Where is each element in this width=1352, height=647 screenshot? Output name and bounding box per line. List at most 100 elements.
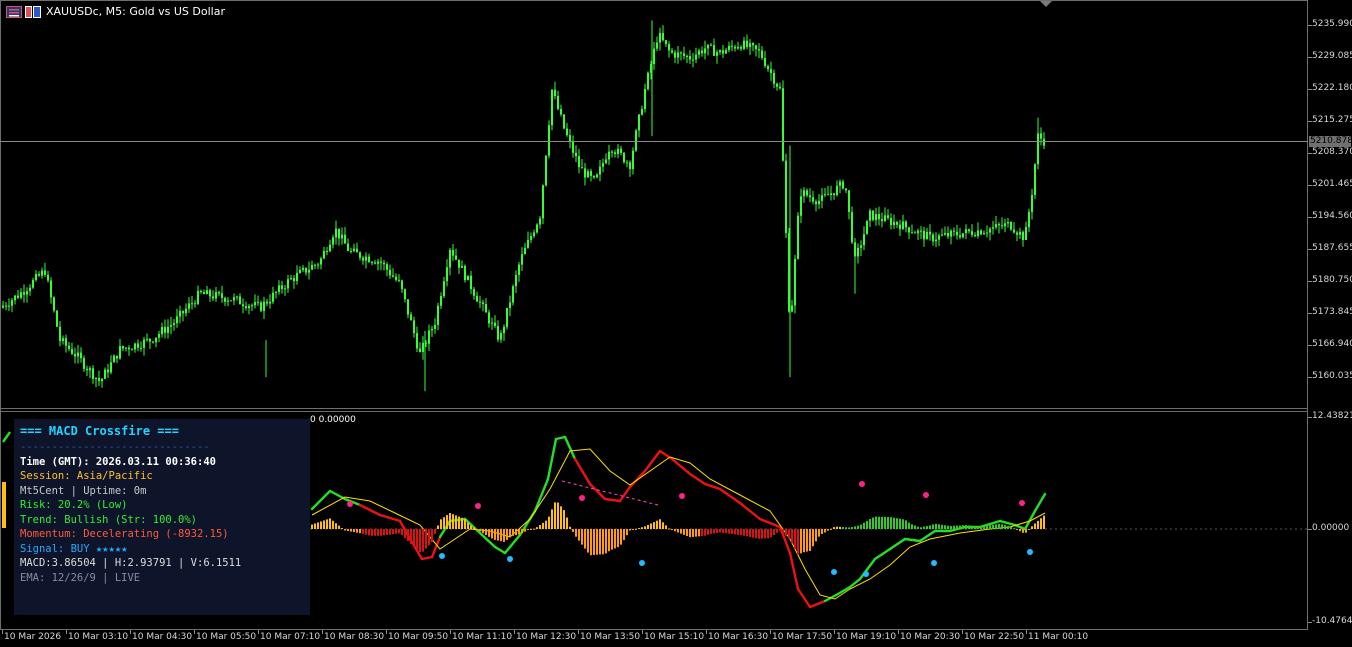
candle (23, 284, 25, 303)
candle (635, 128, 637, 152)
candle (974, 232, 976, 238)
macd-line-segment (738, 501, 762, 521)
candle (221, 285, 223, 303)
macd-line-segment (358, 503, 382, 517)
histogram-bar (533, 528, 535, 530)
histogram-bar (491, 529, 493, 539)
sell-signal-dot (347, 501, 353, 507)
candle (152, 340, 154, 344)
candle (1001, 217, 1003, 230)
histogram-bar (635, 528, 637, 530)
histogram-bar (596, 529, 598, 555)
macd-line-segment (2, 431, 11, 443)
candle (497, 320, 499, 343)
candle (125, 347, 127, 352)
time-axis-tick (962, 630, 963, 634)
candle (596, 173, 598, 179)
candle (947, 226, 949, 239)
candle (656, 36, 658, 51)
candle (176, 308, 178, 328)
histogram-bar (485, 529, 487, 535)
candle (2, 300, 4, 309)
histogram-bar (938, 524, 940, 529)
candle (17, 290, 19, 300)
time-axis-tick (386, 630, 387, 634)
histogram-bar (770, 529, 772, 538)
candle (683, 46, 685, 60)
histogram-bar (641, 527, 643, 529)
histogram-bar (1010, 526, 1012, 529)
candle (962, 233, 964, 239)
candle (383, 259, 385, 271)
time-axis-label: 10 Mar 19:10 (836, 632, 897, 642)
histogram-bar (941, 524, 943, 529)
candle (503, 324, 505, 341)
candle (545, 155, 547, 187)
histogram-bar (599, 529, 601, 555)
histogram-bar (977, 526, 979, 529)
candle (800, 188, 802, 224)
candle (242, 298, 244, 314)
histogram-bar (848, 527, 850, 529)
candle (197, 285, 199, 306)
macd-line-segment (1013, 523, 1027, 531)
histogram-bar (953, 525, 955, 529)
buy-signal-dot (507, 556, 513, 562)
histogram-bar (341, 528, 343, 530)
histogram-bar (1004, 525, 1006, 529)
time-axis-label: 10 Mar 07:10 (260, 632, 321, 642)
divergence-line (561, 480, 659, 506)
histogram-bar (950, 525, 952, 529)
histogram-bar (824, 529, 826, 533)
candle (317, 262, 319, 270)
macd-line-segment (573, 457, 592, 486)
histogram-bar (983, 526, 985, 529)
candle (281, 280, 283, 294)
histogram-bar (1022, 529, 1024, 533)
histogram-bar (794, 529, 796, 549)
time-axis-tick (194, 630, 195, 634)
histogram-bar (695, 529, 697, 537)
histogram-bar (650, 523, 652, 529)
histogram-bar (929, 525, 931, 529)
candle (512, 284, 514, 306)
candle (485, 298, 487, 313)
candle (887, 209, 889, 220)
candle (623, 151, 625, 164)
candle (323, 246, 325, 260)
candle (107, 363, 109, 379)
histogram-bar (449, 513, 451, 529)
price-chart[interactable] (0, 0, 1308, 408)
price-axis-label: 5222.180 (1312, 83, 1352, 93)
candle (677, 46, 679, 64)
histogram-bar (515, 529, 517, 536)
candle (305, 267, 307, 276)
price-axis-label: 5173.845 (1312, 307, 1352, 317)
candle (956, 224, 958, 240)
price-axis-label: 5194.560 (1312, 211, 1352, 221)
candle (1034, 163, 1036, 199)
histogram-bar (875, 516, 877, 529)
candle (50, 277, 52, 304)
candle (692, 53, 694, 68)
histogram-bar (839, 526, 841, 529)
panel-trend: Trend: Bullish (Str: 100.0%) (20, 513, 198, 526)
candle (860, 240, 862, 257)
candle (278, 280, 280, 295)
histogram-bar (512, 529, 514, 536)
histogram-bar (683, 529, 685, 535)
candle (209, 288, 211, 302)
candle (443, 276, 445, 299)
time-axis-tick (258, 630, 259, 634)
candle (554, 81, 556, 100)
candle (194, 300, 196, 308)
histogram-bar (473, 527, 475, 529)
candle (479, 295, 481, 309)
histogram-bar (896, 518, 898, 529)
candle (155, 337, 157, 348)
histogram-bar (623, 529, 625, 540)
time-axis-label: 10 Mar 16:30 (708, 632, 769, 642)
histogram-bar (743, 529, 745, 536)
histogram-bar (809, 529, 811, 551)
histogram-bar (317, 522, 319, 529)
